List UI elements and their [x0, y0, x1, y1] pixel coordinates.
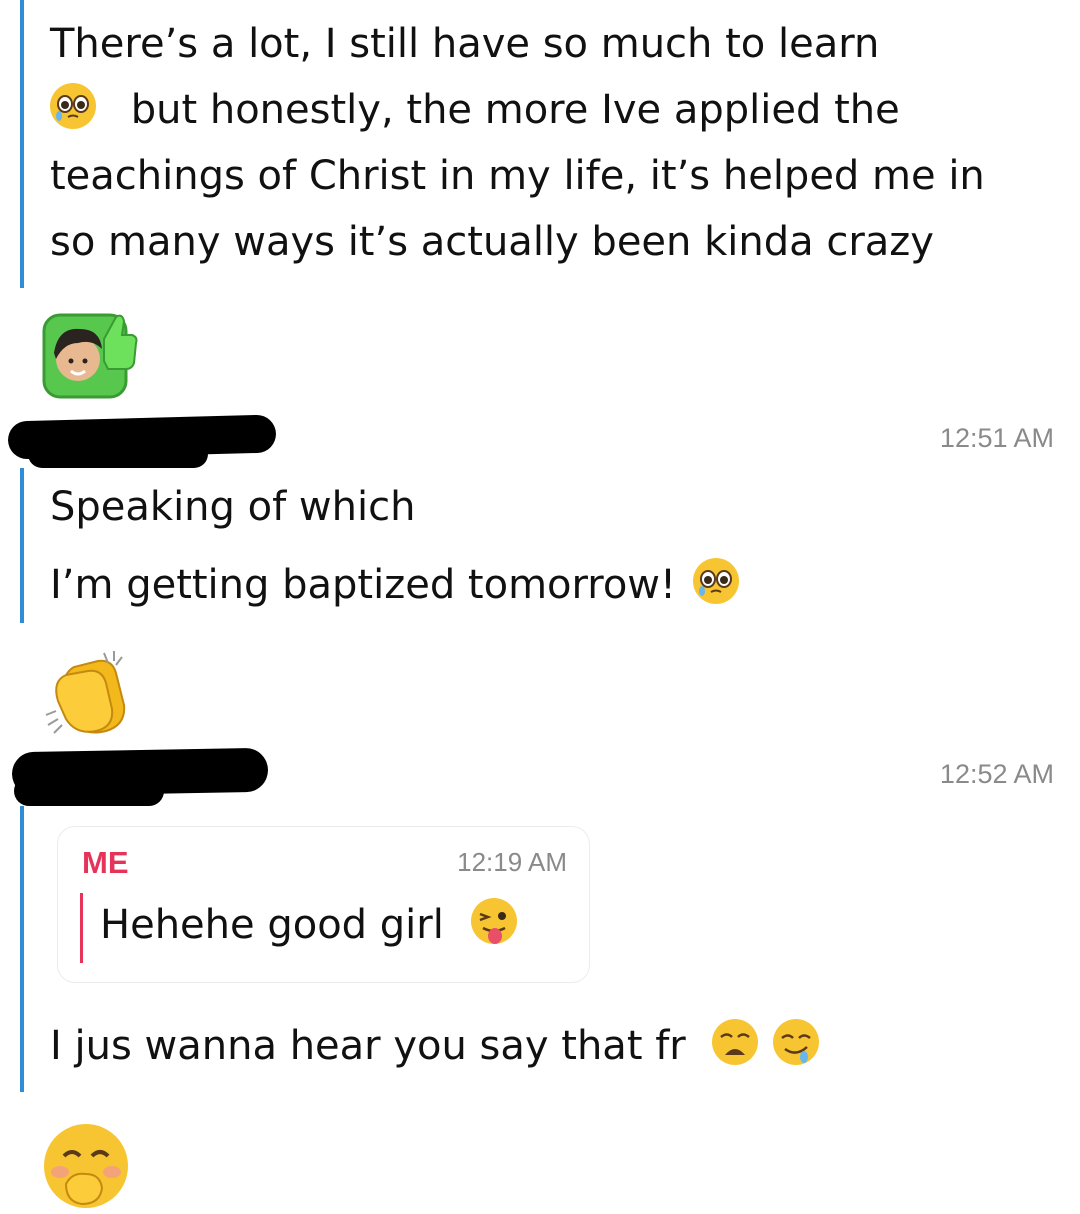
drooling-face-icon	[773, 1019, 820, 1065]
message-line: I jus wanna hear you say that fr	[50, 1023, 686, 1069]
message-line: There’s a lot, I still have so much to l…	[50, 21, 880, 67]
message-line: teachings of Christ in my life, it’s hel…	[50, 153, 985, 199]
weary-face-icon	[712, 1019, 759, 1065]
quoted-text-line: Hehehe good girl	[100, 895, 517, 955]
bitmoji-thumbs-up-icon[interactable]	[42, 303, 138, 399]
winking-tongue-face-icon	[470, 898, 517, 944]
clapping-hands-icon[interactable]	[40, 645, 132, 737]
pleading-face-icon	[50, 83, 96, 129]
message-line: Speaking of which	[50, 484, 416, 530]
quoted-message[interactable]: ME 12:19 AM Hehehe good girl	[57, 826, 590, 983]
message-line: but honestly, the more Ive applied the	[130, 87, 900, 133]
message-bar	[20, 806, 24, 1092]
redacted-name-bar	[28, 440, 208, 468]
message-line: so many ways it’s actually been kinda cr…	[50, 219, 934, 265]
message-bar	[20, 0, 24, 288]
quoted-sender: ME	[82, 845, 129, 880]
quoted-text: Hehehe good girl	[100, 902, 444, 948]
message-line-with-emoji: I’m getting baptized tomorrow!	[50, 553, 739, 618]
message-line-with-emoji: but honestly, the more Ive applied the	[50, 78, 900, 143]
message-bar	[20, 468, 24, 623]
quote-accent-bar	[80, 893, 83, 963]
redacted-name-bar	[14, 776, 164, 806]
message-line: I’m getting baptized tomorrow!	[50, 562, 677, 608]
message-timestamp: 12:51 AM	[939, 423, 1054, 453]
quoted-timestamp: 12:19 AM	[457, 847, 567, 877]
face-with-hand-over-mouth-icon[interactable]	[42, 1122, 130, 1210]
pleading-face-icon	[692, 558, 739, 604]
message-line-with-emoji: I jus wanna hear you say that fr	[50, 1014, 820, 1079]
message-timestamp: 12:52 AM	[939, 759, 1054, 789]
